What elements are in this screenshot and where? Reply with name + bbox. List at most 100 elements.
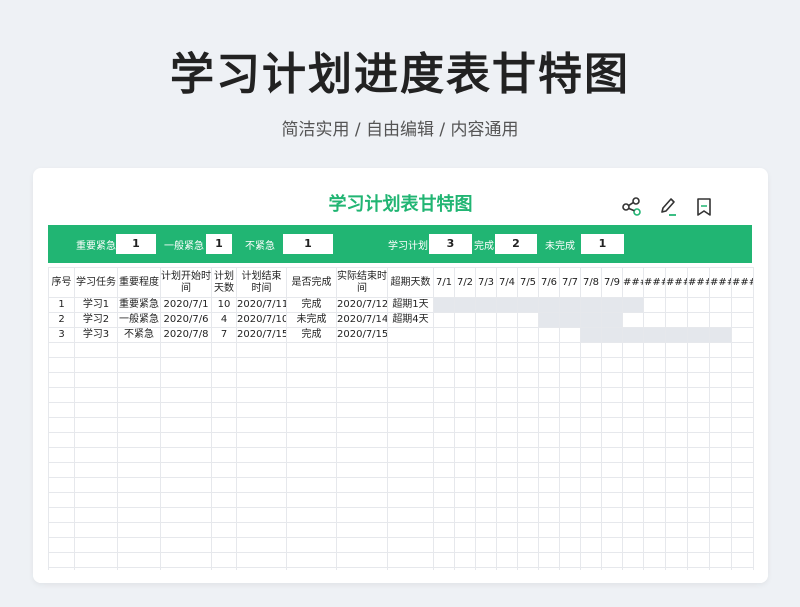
empty-cell[interactable] bbox=[496, 477, 518, 493]
empty-cell[interactable] bbox=[731, 492, 754, 508]
gantt-bar-cell[interactable] bbox=[538, 312, 560, 328]
empty-cell[interactable] bbox=[687, 387, 710, 403]
gantt-cell[interactable] bbox=[731, 297, 754, 313]
empty-cell[interactable] bbox=[286, 477, 337, 493]
table-cell[interactable]: 1 bbox=[48, 297, 75, 313]
empty-cell[interactable] bbox=[517, 552, 539, 568]
empty-cell[interactable] bbox=[387, 477, 434, 493]
gantt-bar-cell[interactable] bbox=[601, 312, 623, 328]
empty-cell[interactable] bbox=[496, 462, 518, 478]
empty-cell[interactable] bbox=[160, 432, 212, 448]
gantt-cell[interactable] bbox=[496, 327, 518, 343]
summary-value-done[interactable]: 2 bbox=[495, 234, 537, 254]
empty-cell[interactable] bbox=[643, 387, 666, 403]
table-cell[interactable]: 10 bbox=[211, 297, 237, 313]
empty-cell[interactable] bbox=[665, 477, 688, 493]
empty-cell[interactable] bbox=[74, 402, 118, 418]
empty-cell[interactable] bbox=[665, 372, 688, 388]
empty-cell[interactable] bbox=[709, 522, 732, 538]
empty-cell[interactable] bbox=[286, 552, 337, 568]
empty-cell[interactable] bbox=[475, 372, 497, 388]
empty-cell[interactable] bbox=[538, 447, 560, 463]
empty-cell[interactable] bbox=[48, 342, 75, 358]
empty-cell[interactable] bbox=[74, 372, 118, 388]
empty-cell[interactable] bbox=[236, 477, 287, 493]
gantt-cell[interactable] bbox=[709, 297, 732, 313]
empty-cell[interactable] bbox=[580, 552, 602, 568]
empty-cell[interactable] bbox=[454, 402, 476, 418]
empty-cell[interactable] bbox=[601, 477, 623, 493]
empty-cell[interactable] bbox=[74, 417, 118, 433]
empty-cell[interactable] bbox=[48, 357, 75, 373]
empty-cell[interactable] bbox=[601, 507, 623, 523]
empty-cell[interactable] bbox=[74, 357, 118, 373]
gantt-cell[interactable] bbox=[433, 327, 455, 343]
gantt-cell[interactable] bbox=[643, 312, 666, 328]
empty-cell[interactable] bbox=[496, 342, 518, 358]
empty-cell[interactable] bbox=[580, 387, 602, 403]
empty-cell[interactable] bbox=[48, 447, 75, 463]
empty-cell[interactable] bbox=[665, 402, 688, 418]
empty-cell[interactable] bbox=[622, 552, 644, 568]
empty-cell[interactable] bbox=[601, 342, 623, 358]
empty-cell[interactable] bbox=[454, 507, 476, 523]
empty-cell[interactable] bbox=[665, 522, 688, 538]
empty-cell[interactable] bbox=[433, 447, 455, 463]
empty-cell[interactable] bbox=[496, 447, 518, 463]
table-cell[interactable]: 7 bbox=[211, 327, 237, 343]
table-cell[interactable] bbox=[387, 327, 434, 343]
table-cell[interactable]: 2020/7/10 bbox=[236, 312, 287, 328]
summary-value-not-urgent[interactable]: 1 bbox=[283, 234, 333, 254]
empty-cell[interactable] bbox=[160, 522, 212, 538]
empty-cell[interactable] bbox=[643, 342, 666, 358]
empty-cell[interactable] bbox=[709, 417, 732, 433]
empty-cell[interactable] bbox=[433, 477, 455, 493]
gantt-bar-cell[interactable] bbox=[559, 297, 581, 313]
empty-cell[interactable] bbox=[709, 492, 732, 508]
empty-cell[interactable] bbox=[160, 387, 212, 403]
empty-cell[interactable] bbox=[454, 462, 476, 478]
empty-cell[interactable] bbox=[48, 522, 75, 538]
table-cell[interactable]: 2020/7/8 bbox=[160, 327, 212, 343]
empty-cell[interactable] bbox=[687, 507, 710, 523]
gantt-bar-cell[interactable] bbox=[517, 297, 539, 313]
empty-cell[interactable] bbox=[538, 357, 560, 373]
empty-cell[interactable] bbox=[709, 402, 732, 418]
empty-cell[interactable] bbox=[665, 462, 688, 478]
empty-cell[interactable] bbox=[236, 447, 287, 463]
empty-cell[interactable] bbox=[454, 342, 476, 358]
empty-cell[interactable] bbox=[496, 357, 518, 373]
empty-cell[interactable] bbox=[211, 477, 237, 493]
empty-cell[interactable] bbox=[211, 552, 237, 568]
empty-cell[interactable] bbox=[74, 432, 118, 448]
empty-cell[interactable] bbox=[687, 477, 710, 493]
empty-cell[interactable] bbox=[665, 537, 688, 553]
empty-cell[interactable] bbox=[622, 432, 644, 448]
empty-cell[interactable] bbox=[433, 537, 455, 553]
empty-cell[interactable] bbox=[286, 402, 337, 418]
empty-cell[interactable] bbox=[48, 402, 75, 418]
empty-cell[interactable] bbox=[731, 387, 754, 403]
empty-cell[interactable] bbox=[433, 522, 455, 538]
empty-cell[interactable] bbox=[117, 387, 161, 403]
gantt-cell[interactable] bbox=[731, 327, 754, 343]
empty-cell[interactable] bbox=[286, 417, 337, 433]
gantt-bar-cell[interactable] bbox=[622, 297, 644, 313]
empty-cell[interactable] bbox=[74, 507, 118, 523]
empty-cell[interactable] bbox=[538, 417, 560, 433]
empty-cell[interactable] bbox=[236, 372, 287, 388]
table-cell[interactable]: 2020/7/6 bbox=[160, 312, 212, 328]
empty-cell[interactable] bbox=[117, 417, 161, 433]
empty-cell[interactable] bbox=[559, 432, 581, 448]
gantt-bar-cell[interactable] bbox=[601, 327, 623, 343]
empty-cell[interactable] bbox=[160, 417, 212, 433]
gantt-bar-cell[interactable] bbox=[475, 297, 497, 313]
empty-cell[interactable] bbox=[475, 552, 497, 568]
summary-value-undone[interactable]: 1 bbox=[581, 234, 624, 254]
summary-value-plan[interactable]: 3 bbox=[429, 234, 472, 254]
empty-cell[interactable] bbox=[538, 537, 560, 553]
empty-cell[interactable] bbox=[454, 432, 476, 448]
empty-cell[interactable] bbox=[687, 447, 710, 463]
empty-cell[interactable] bbox=[517, 537, 539, 553]
table-cell[interactable]: 未完成 bbox=[286, 312, 337, 328]
